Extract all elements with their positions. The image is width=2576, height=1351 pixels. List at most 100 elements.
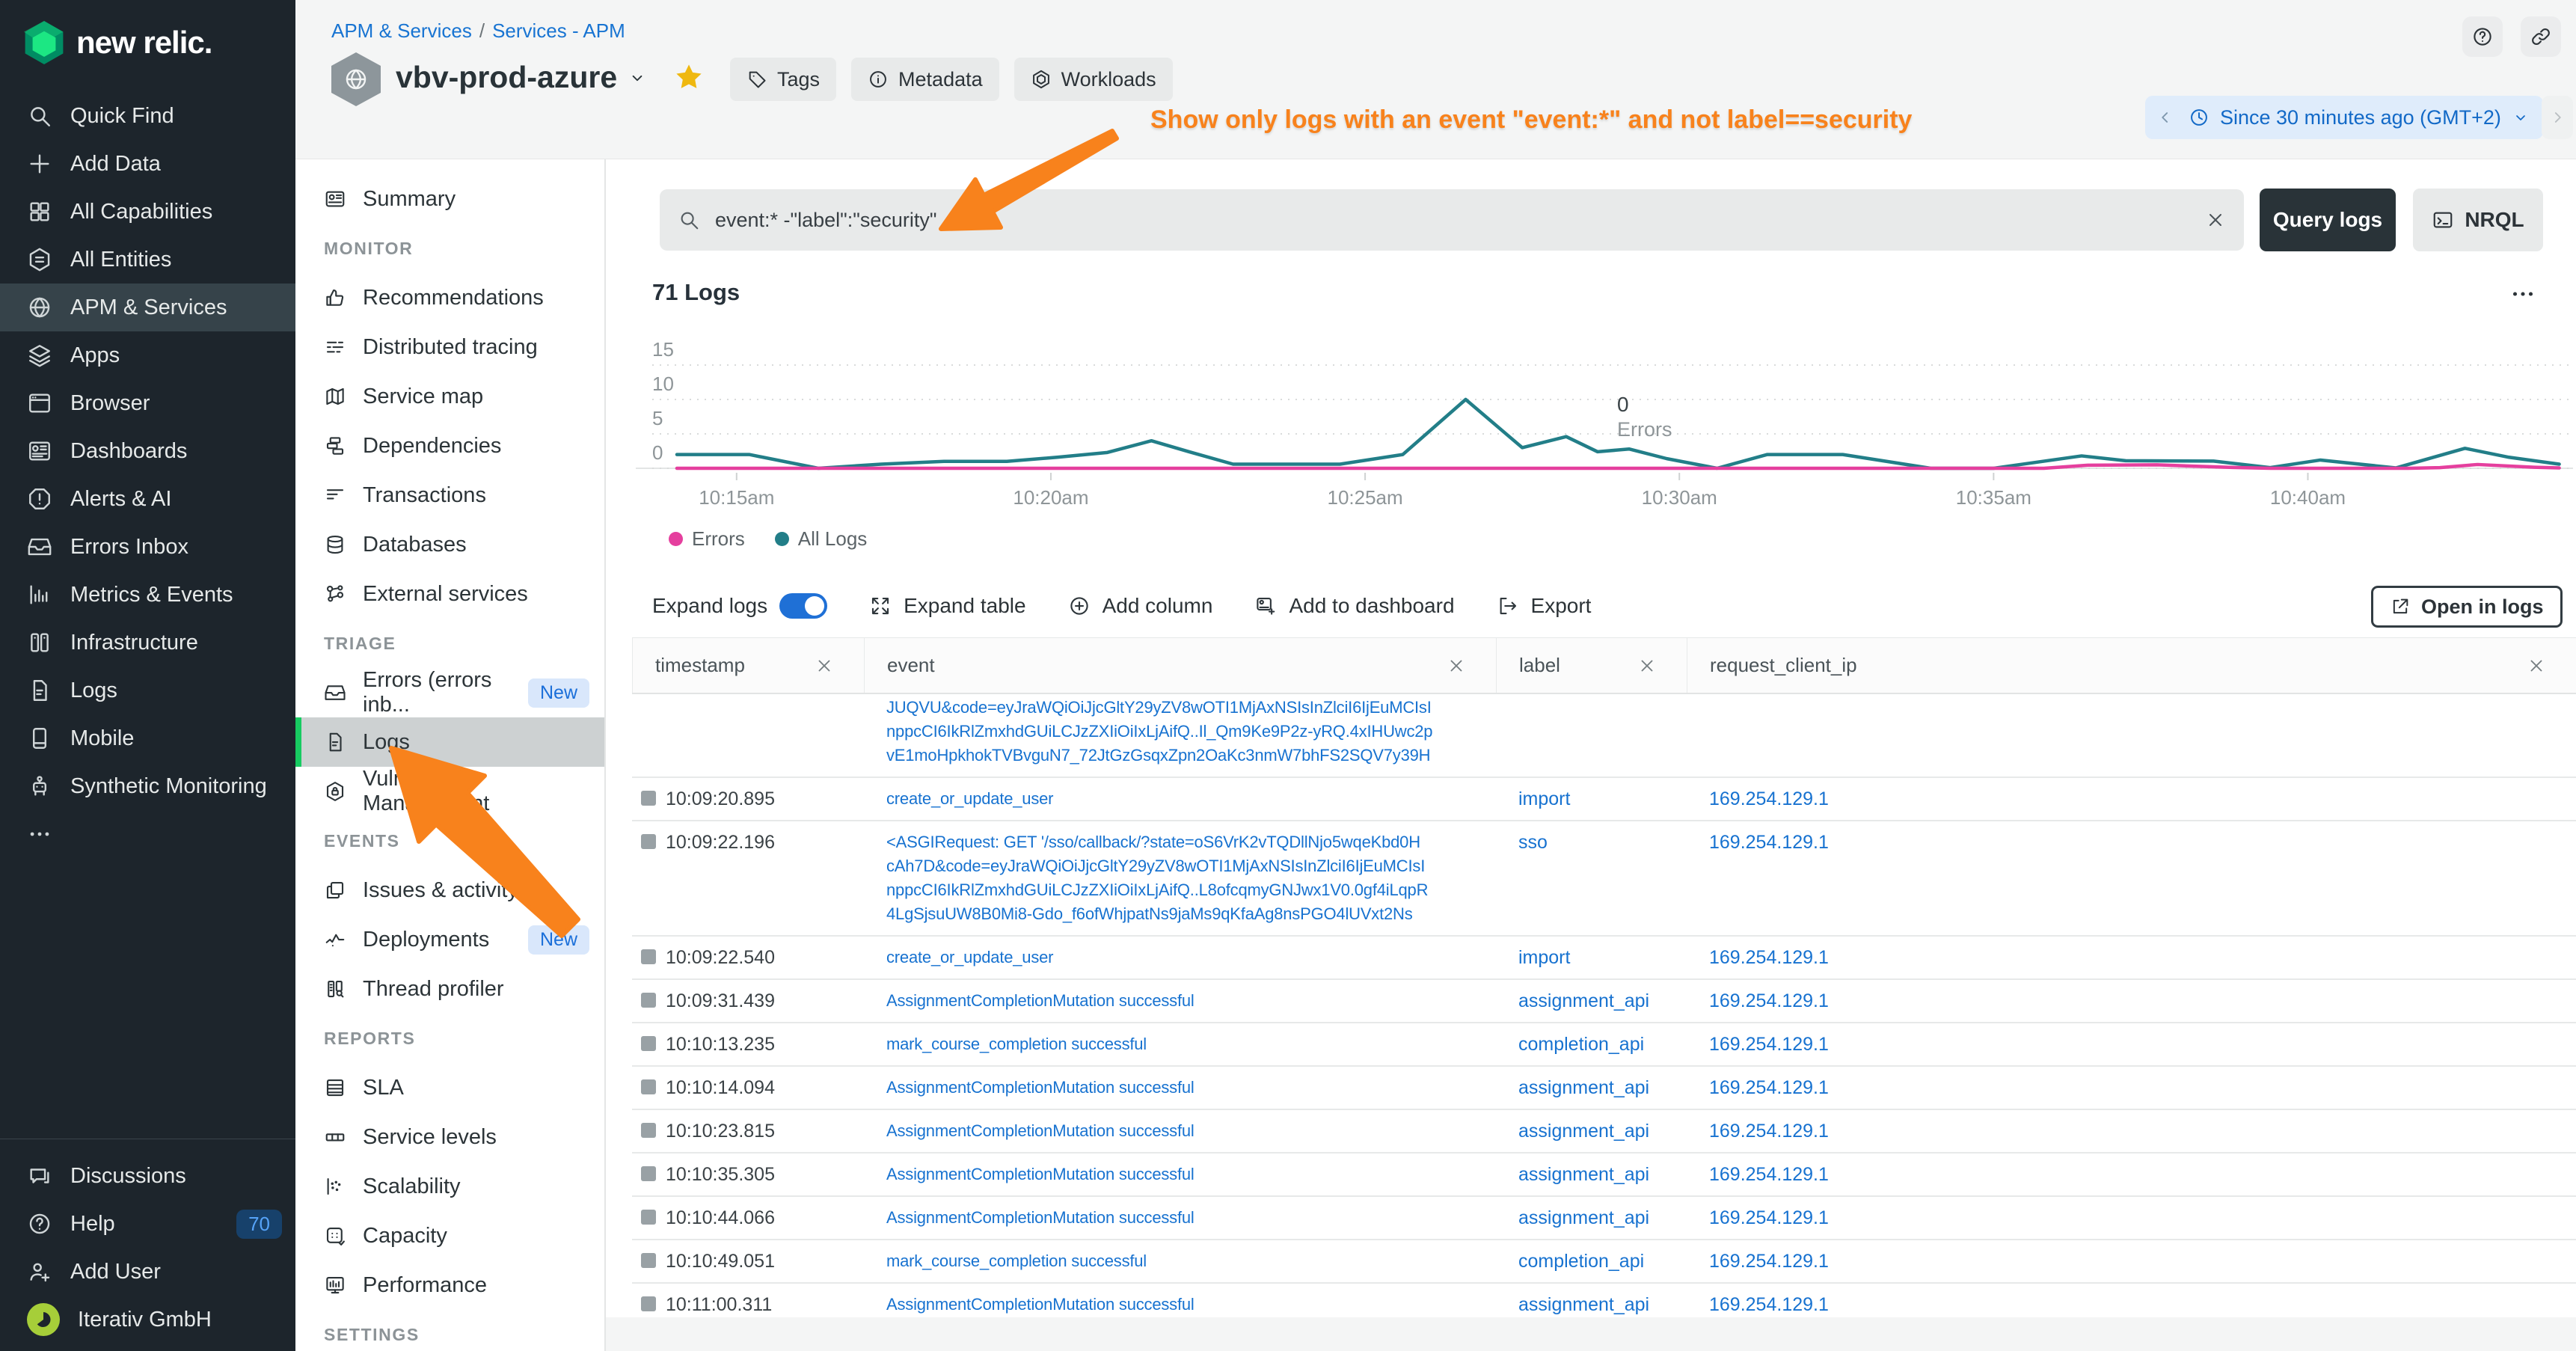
help-button[interactable]	[2462, 16, 2503, 57]
sidebar-item[interactable]: APM & Services	[0, 284, 295, 331]
sidebar-footer-item[interactable]: Discussions	[0, 1152, 295, 1200]
row-ip-link[interactable]: 169.254.129.1	[1709, 1121, 1829, 1142]
sidebar-item[interactable]: Quick Find	[0, 92, 295, 140]
row-ip-link[interactable]: 169.254.129.1	[1709, 1034, 1829, 1055]
remove-column-icon[interactable]	[1447, 656, 1466, 676]
toolbar-item[interactable]: Expand logs	[652, 593, 827, 619]
column-header[interactable]: label	[1496, 638, 1687, 693]
remove-column-icon[interactable]	[815, 656, 834, 676]
row-marker[interactable]	[641, 1079, 656, 1094]
breadcrumb-link-services[interactable]: Services - APM	[492, 19, 625, 43]
row-label-link[interactable]: assignment_api	[1518, 1294, 1649, 1315]
row-label-link[interactable]: completion_api	[1518, 1251, 1644, 1272]
sidebar-item[interactable]: Logs	[0, 667, 295, 714]
remove-column-icon[interactable]	[1637, 656, 1657, 676]
subnav-item[interactable]: Deployments New	[295, 915, 604, 964]
sidebar-item[interactable]: Dashboards	[0, 427, 295, 475]
row-marker[interactable]	[641, 1253, 656, 1268]
subnav-item[interactable]: Errors (errors inb... New	[295, 668, 604, 717]
toolbar-item[interactable]: Export	[1497, 594, 1592, 618]
row-event-link[interactable]: create_or_update_user	[886, 948, 1053, 966]
subnav-item[interactable]: Transactions	[295, 471, 604, 520]
header-action-button[interactable]: Workloads	[1014, 58, 1173, 101]
row-event-link[interactable]: mark_course_completion successful	[886, 1252, 1147, 1270]
toolbar-item[interactable]: Add to dashboard	[1254, 594, 1454, 618]
query-input[interactable]	[715, 209, 2190, 232]
column-header[interactable]: event	[864, 638, 1496, 693]
row-marker[interactable]	[641, 1123, 656, 1138]
row-ip-link[interactable]: 169.254.129.1	[1709, 990, 1829, 1011]
favorite-star-icon[interactable]	[673, 61, 705, 93]
nrql-button[interactable]: NRQL	[2413, 189, 2543, 251]
row-label-link[interactable]: sso	[1518, 832, 1548, 853]
row-ip-link[interactable]: 169.254.129.1	[1709, 1207, 1829, 1228]
remove-column-icon[interactable]	[2527, 656, 2546, 676]
sidebar-item[interactable]: Infrastructure	[0, 619, 295, 667]
subnav-item[interactable]: Vulnerability Management	[295, 767, 604, 816]
subnav-item[interactable]: External services	[295, 569, 604, 619]
row-label-link[interactable]: import	[1518, 788, 1570, 809]
clear-query-icon[interactable]	[2205, 209, 2226, 230]
toolbar-item[interactable]: Add column	[1068, 594, 1213, 618]
row-event-link[interactable]: AssignmentCompletionMutation successful	[886, 1208, 1195, 1227]
sidebar-item[interactable]: Alerts & AI	[0, 475, 295, 523]
subnav-item[interactable]: SLA	[295, 1063, 604, 1112]
breadcrumb-link-apm[interactable]: APM & Services	[331, 19, 472, 43]
subnav-item[interactable]: Logs	[295, 717, 604, 767]
open-in-logs-button[interactable]: Open in logs	[2371, 586, 2563, 628]
subnav-item[interactable]: Summary	[295, 174, 604, 224]
sidebar-footer-item[interactable]: Help 70	[0, 1200, 295, 1248]
row-event-link[interactable]: mark_course_completion successful	[886, 1035, 1147, 1053]
row-label-link[interactable]: assignment_api	[1518, 990, 1649, 1011]
subnav-item[interactable]: Capacity	[295, 1211, 604, 1260]
sidebar-item[interactable]: Browser	[0, 379, 295, 427]
row-event-link[interactable]: AssignmentCompletionMutation successful	[886, 1165, 1195, 1183]
row-ip-link[interactable]: 169.254.129.1	[1709, 1294, 1829, 1315]
row-marker[interactable]	[641, 949, 656, 964]
subnav-item[interactable]: Thread profiler	[295, 964, 604, 1014]
sidebar-item[interactable]: Errors Inbox	[0, 523, 295, 571]
sidebar-item[interactable]: Metrics & Events	[0, 571, 295, 619]
row-marker[interactable]	[641, 1166, 656, 1181]
sidebar-item[interactable]	[0, 810, 295, 858]
page-title[interactable]: vbv-prod-azure	[396, 60, 647, 95]
query-logs-button[interactable]: Query logs	[2260, 189, 2396, 251]
column-header[interactable]: request_client_ip	[1687, 638, 2576, 693]
row-marker[interactable]	[641, 834, 656, 849]
row-event-link[interactable]: AssignmentCompletionMutation successful	[886, 1295, 1195, 1314]
subnav-item[interactable]: Service map	[295, 372, 604, 421]
copy-link-button[interactable]	[2521, 16, 2561, 57]
row-event-link[interactable]: create_or_update_user	[886, 789, 1053, 808]
subnav-item[interactable]: Databases	[295, 520, 604, 569]
sidebar-item[interactable]: Apps	[0, 331, 295, 379]
row-event-link[interactable]: JUQVU&code=eyJraWQiOiJjcGltY29yZV8wOTI1M…	[886, 698, 1432, 765]
row-marker[interactable]	[641, 1296, 656, 1311]
row-ip-link[interactable]: 169.254.129.1	[1709, 1164, 1829, 1185]
subnav-item[interactable]: Dependencies	[295, 421, 604, 471]
sidebar-item[interactable]: All Entities	[0, 236, 295, 284]
legend-item-errors[interactable]: Errors	[669, 527, 745, 551]
row-ip-link[interactable]: 169.254.129.1	[1709, 1077, 1829, 1098]
row-marker[interactable]	[641, 1036, 656, 1051]
row-marker[interactable]	[641, 993, 656, 1008]
row-marker[interactable]	[641, 791, 656, 806]
row-ip-link[interactable]: 169.254.129.1	[1709, 1251, 1829, 1272]
row-label-link[interactable]: completion_api	[1518, 1034, 1644, 1055]
row-ip-link[interactable]: 169.254.129.1	[1709, 947, 1829, 968]
header-action-button[interactable]: Tags	[730, 58, 836, 101]
column-header[interactable]: timestamp	[632, 638, 864, 693]
header-action-button[interactable]: Metadata	[851, 58, 999, 101]
sidebar-item[interactable]: Mobile	[0, 714, 295, 762]
row-ip-link[interactable]: 169.254.129.1	[1709, 832, 1829, 853]
row-label-link[interactable]: assignment_api	[1518, 1164, 1649, 1185]
legend-item-all-logs[interactable]: All Logs	[775, 527, 868, 551]
expand-logs-toggle[interactable]	[779, 593, 827, 619]
time-picker[interactable]: Since 30 minutes ago (GMT+2)	[2145, 96, 2543, 139]
row-label-link[interactable]: assignment_api	[1518, 1121, 1649, 1142]
sidebar-item[interactable]: Synthetic Monitoring	[0, 762, 295, 810]
sidebar-item[interactable]: All Capabilities	[0, 188, 295, 236]
row-event-link[interactable]: AssignmentCompletionMutation successful	[886, 991, 1195, 1010]
subnav-item[interactable]: Service levels	[295, 1112, 604, 1162]
subnav-item[interactable]: Distributed tracing	[295, 322, 604, 372]
row-label-link[interactable]: assignment_api	[1518, 1207, 1649, 1228]
